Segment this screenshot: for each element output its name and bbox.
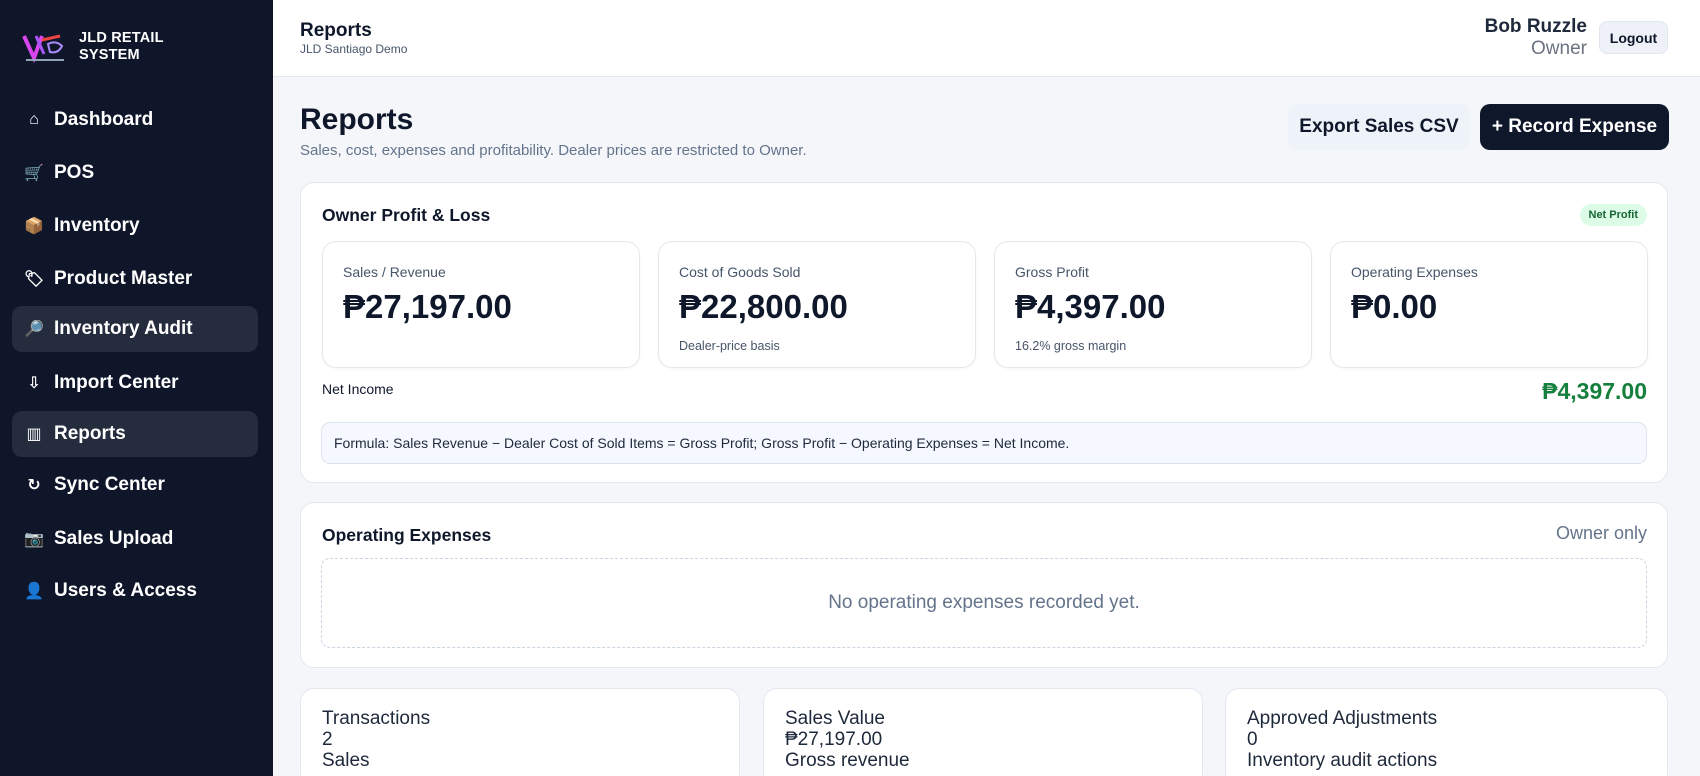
metric-sales-revenue: Sales / Revenue ₱27,197.00: [322, 241, 640, 368]
stat-card-approved-adjustments: Approved Adjustments 0 Inventory audit a…: [1225, 688, 1668, 776]
profit-loss-card: Owner Profit & Loss Net Profit Sales / R…: [300, 182, 1668, 483]
download-arrow-icon: ⇩: [27, 375, 41, 392]
sidebar-item-sales-upload[interactable]: 📷 Sales Upload: [12, 516, 258, 562]
stat-value: 0: [1247, 729, 1258, 750]
formula-note: Formula: Sales Revenue − Dealer Cost of …: [321, 422, 1647, 464]
sidebar-item-inventory-audit[interactable]: 🔎 Inventory Audit: [12, 306, 258, 352]
stat-label: Sales Value: [785, 708, 885, 729]
owner-only-label: Owner only: [1555, 523, 1647, 543]
sidebar-item-import-center[interactable]: ⇩ Import Center: [12, 360, 258, 406]
metric-label: Operating Expenses: [1351, 264, 1478, 280]
sidebar-item-label: Dashboard: [54, 109, 154, 130]
top-bar: Reports JLD Santiago Demo Bob Ruzzle Own…: [273, 0, 1700, 77]
metric-note: 16.2% gross margin: [1015, 339, 1127, 353]
cart-icon: 🛒: [24, 165, 44, 182]
bar-chart-icon: ▥: [26, 426, 42, 443]
magnifier-icon: 🔎: [24, 321, 44, 338]
brand-name: JLD RETAIL SYSTEM: [79, 30, 164, 64]
empty-state: No operating expenses recorded yet.: [321, 558, 1647, 648]
stat-caption: Gross revenue: [785, 750, 910, 771]
stat-value: 2: [322, 729, 333, 750]
metric-operating-expenses: Operating Expenses ₱0.00: [1330, 241, 1648, 368]
brand-name-line1: JLD RETAIL: [79, 30, 164, 46]
sidebar-item-label: Sync Center: [54, 474, 165, 495]
stat-label: Approved Adjustments: [1247, 708, 1438, 729]
sidebar-item-sync-center[interactable]: ↻ Sync Center: [12, 462, 258, 508]
sidebar-item-label: Import Center: [54, 372, 179, 393]
sidebar-item-product-master[interactable]: 🏷 Product Master: [12, 256, 258, 302]
sidebar-item-label: Reports: [54, 423, 126, 444]
metric-value: ₱0.00: [1351, 288, 1438, 325]
sidebar: JLD RETAIL SYSTEM ⌂ Dashboard 🛒 POS 📦 In…: [0, 0, 273, 776]
refresh-icon: ↻: [27, 477, 41, 494]
metric-label: Cost of Goods Sold: [679, 264, 801, 280]
user-name: Bob Ruzzle: [1484, 16, 1587, 37]
operating-expenses-title: Operating Expenses: [322, 525, 492, 545]
stat-card-transactions: Transactions 2 Sales: [300, 688, 740, 776]
metric-value: ₱22,800.00: [679, 288, 848, 325]
logo-icon: [22, 30, 68, 64]
stat-value: ₱27,197.00: [785, 729, 883, 750]
metric-note: Dealer-price basis: [679, 339, 780, 353]
metric-cost-of-goods-sold: Cost of Goods Sold ₱22,800.00 Dealer-pri…: [658, 241, 976, 368]
user-role: Owner: [1531, 38, 1587, 59]
sidebar-item-users-access[interactable]: 👤 Users & Access: [12, 568, 258, 614]
sidebar-item-inventory[interactable]: 📦 Inventory: [12, 203, 258, 249]
record-expense-button[interactable]: + Record Expense: [1480, 104, 1669, 150]
page-title: Reports: [300, 103, 414, 136]
net-income-label: Net Income: [322, 381, 394, 397]
export-sales-csv-button[interactable]: Export Sales CSV: [1288, 104, 1470, 150]
user-icon: 👤: [24, 583, 44, 600]
stat-caption: Sales: [322, 750, 370, 771]
tag-icon: 🏷: [23, 271, 45, 288]
sidebar-item-label: POS: [54, 162, 95, 183]
metric-value: ₱4,397.00: [1015, 288, 1166, 325]
stat-card-sales-value: Sales Value ₱27,197.00 Gross revenue: [763, 688, 1203, 776]
logout-button[interactable]: Logout: [1599, 21, 1668, 54]
sidebar-item-dashboard[interactable]: ⌂ Dashboard: [12, 97, 258, 143]
net-profit-badge: Net Profit: [1579, 204, 1647, 226]
metric-label: Sales / Revenue: [343, 264, 446, 280]
sidebar-item-label: Inventory: [54, 215, 140, 236]
sidebar-item-pos[interactable]: 🛒 POS: [12, 150, 258, 196]
operating-expenses-card: Operating Expenses Owner only No operati…: [300, 502, 1668, 668]
header-title: Reports: [300, 20, 372, 41]
package-icon: 📦: [24, 218, 44, 235]
metric-value: ₱27,197.00: [343, 288, 512, 325]
header-subtitle: JLD Santiago Demo: [300, 42, 408, 56]
net-income-value: ₱4,397.00: [1542, 378, 1647, 404]
page-subtitle: Sales, cost, expenses and profitability.…: [300, 142, 807, 159]
sidebar-item-label: Sales Upload: [54, 528, 174, 549]
metric-label: Gross Profit: [1015, 264, 1089, 280]
stat-label: Transactions: [322, 708, 431, 729]
sidebar-item-label: Product Master: [54, 268, 193, 289]
sidebar-item-label: Users & Access: [54, 580, 197, 601]
stat-caption: Inventory audit actions: [1247, 750, 1438, 771]
brand[interactable]: JLD RETAIL SYSTEM: [22, 30, 164, 64]
camera-icon: 📷: [24, 531, 44, 548]
profit-loss-title: Owner Profit & Loss: [322, 205, 491, 225]
sidebar-item-label: Inventory Audit: [54, 318, 193, 339]
brand-name-line2: SYSTEM: [79, 47, 140, 63]
metric-gross-profit: Gross Profit ₱4,397.00 16.2% gross margi…: [994, 241, 1312, 368]
home-icon: ⌂: [29, 111, 39, 128]
sidebar-item-reports[interactable]: ▥ Reports: [12, 411, 258, 457]
